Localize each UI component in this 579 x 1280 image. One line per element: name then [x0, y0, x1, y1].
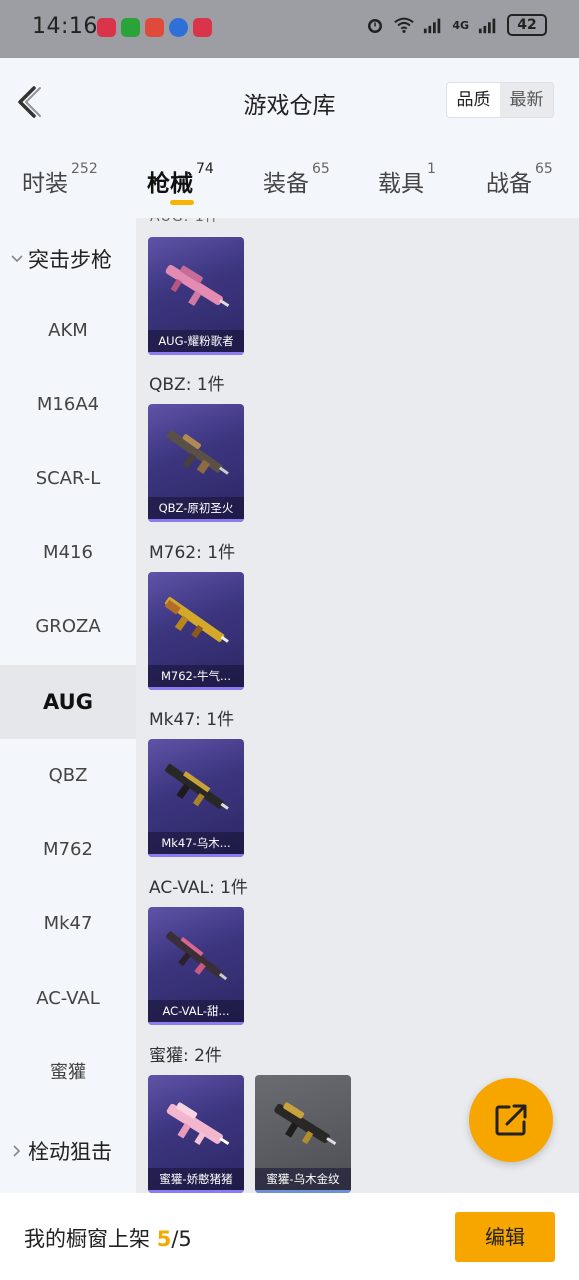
- sidebar-item-scar-l[interactable]: SCAR-L: [0, 442, 136, 516]
- rarity-bar: [148, 352, 244, 355]
- rifle-icon: [165, 931, 228, 981]
- weapon-card[interactable]: QBZ-原初圣火: [148, 404, 244, 522]
- tab-combat-supplies[interactable]: 战备65: [486, 161, 553, 198]
- sidebar-item-ac-val[interactable]: AC-VAL: [0, 962, 136, 1036]
- tab-vehicles[interactable]: 载具1: [378, 161, 436, 198]
- category-label: 突击步枪: [28, 248, 112, 272]
- security-icon: [169, 18, 188, 37]
- status-time: 14:16: [32, 14, 98, 39]
- status-bar: 14:16 4G 42: [0, 0, 579, 58]
- weapon-sidebar: 突击步枪 AKM M16A4 SCAR-L M416 GROZA AUG QBZ…: [0, 218, 136, 1193]
- group-label: Mk47: 1件: [149, 710, 235, 730]
- weapon-card-label: M762-牛气...: [148, 665, 244, 687]
- group-label-clipped: AUG: 1件: [150, 218, 220, 226]
- category-tabs: 时装252 枪械74 装备65 载具1 战备65: [0, 148, 579, 218]
- sidebar-item-honey-badger[interactable]: 蜜獾: [0, 1036, 136, 1110]
- rifle-icon: [166, 1102, 230, 1145]
- rifle-icon: [165, 764, 229, 810]
- group-label: M762: 1件: [149, 543, 236, 563]
- rarity-bar: [148, 687, 244, 690]
- weapon-card-label: AC-VAL-甜...: [148, 1000, 244, 1022]
- category-bolt-action-snipers[interactable]: 栓动狙击: [10, 1136, 112, 1166]
- edit-button[interactable]: 编辑: [455, 1212, 555, 1262]
- chevron-right-icon: [13, 1145, 21, 1157]
- chevron-down-icon: [11, 255, 23, 263]
- active-tab-indicator: [170, 200, 194, 205]
- rarity-bar: [148, 519, 244, 522]
- battery-icon: 42: [507, 14, 547, 36]
- tab-count: 65: [312, 161, 330, 177]
- group-label: QBZ: 1件: [149, 375, 225, 395]
- weapon-card-label: AUG-耀粉歌者: [148, 330, 244, 352]
- weapon-content: AUG: 1件 AUG-耀粉歌者 QBZ: 1件 QBZ-原: [136, 218, 579, 1193]
- showcase-total: /5: [171, 1227, 192, 1251]
- weapon-card-label: QBZ-原初圣火: [148, 497, 244, 519]
- sidebar-item-m762[interactable]: M762: [0, 813, 136, 887]
- tab-label: 战备: [486, 171, 532, 197]
- share-icon: [495, 1104, 527, 1136]
- network-type: 4G: [452, 18, 469, 32]
- sidebar-item-akm[interactable]: AKM: [0, 294, 136, 368]
- sort-quality-option[interactable]: 品质: [447, 83, 500, 117]
- tab-count: 1: [427, 161, 436, 177]
- sidebar-item-m416[interactable]: M416: [0, 516, 136, 590]
- wifi-icon: [394, 17, 415, 33]
- sort-newest-option[interactable]: 最新: [500, 83, 553, 117]
- weapon-card-label: Mk47-乌木...: [148, 832, 244, 854]
- rarity-bar: [148, 854, 244, 857]
- rifle-icon: [274, 1102, 337, 1145]
- tab-guns[interactable]: 枪械74: [147, 161, 214, 198]
- rifle-icon: [164, 597, 229, 643]
- showcase-status: 我的橱窗上架 5/5: [24, 1223, 192, 1253]
- weapon-card[interactable]: AC-VAL-甜...: [148, 907, 244, 1025]
- showcase-count: 5: [156, 1227, 172, 1251]
- app-notification-icon: [97, 18, 116, 37]
- sidebar-item-groza[interactable]: GROZA: [0, 590, 136, 664]
- app-notification-icon: [193, 18, 212, 37]
- weapon-card[interactable]: M762-牛气...: [148, 572, 244, 690]
- status-notification-icons: [97, 18, 212, 37]
- weapon-card-label: 蜜獾-乌木金纹: [255, 1168, 351, 1190]
- signal-icon: [478, 18, 496, 34]
- rarity-bar: [148, 1022, 244, 1025]
- tab-count: 65: [535, 161, 553, 177]
- alarm-icon: [368, 19, 383, 33]
- sidebar-item-mk47[interactable]: Mk47: [0, 887, 136, 961]
- category-assault-rifles[interactable]: 突击步枪: [10, 244, 112, 274]
- gift-icon: [145, 18, 164, 37]
- rifle-icon: [166, 430, 229, 475]
- share-button[interactable]: [469, 1078, 553, 1162]
- sidebar-item-m16a4[interactable]: M16A4: [0, 368, 136, 442]
- weapon-card[interactable]: Mk47-乌木...: [148, 739, 244, 857]
- tab-count: 74: [196, 161, 214, 177]
- app-header: 游戏仓库 品质 最新: [0, 58, 579, 148]
- wechat-icon: [121, 18, 140, 37]
- tab-label: 载具: [378, 171, 424, 197]
- group-label: AC-VAL: 1件: [149, 878, 248, 898]
- showcase-label: 我的橱窗上架: [24, 1227, 150, 1251]
- sidebar-item-aug[interactable]: AUG: [0, 665, 136, 739]
- weapon-card-label: 蜜獾-娇憨猪猪: [148, 1168, 244, 1190]
- category-label: 栓动狙击: [28, 1140, 112, 1164]
- sort-toggle[interactable]: 品质 最新: [446, 82, 554, 118]
- tab-fashion[interactable]: 时装252: [22, 161, 98, 198]
- tab-count: 252: [71, 161, 98, 177]
- bottom-bar: 我的橱窗上架 5/5 编辑: [0, 1193, 579, 1280]
- rifle-icon: [165, 264, 230, 307]
- tab-label: 枪械: [147, 171, 193, 197]
- signal-icon: [424, 18, 441, 34]
- tab-label: 装备: [263, 171, 309, 197]
- status-right: 4G 42: [365, 14, 547, 36]
- weapon-card[interactable]: AUG-耀粉歌者: [148, 237, 244, 355]
- weapon-card[interactable]: 蜜獾-乌木金纹: [255, 1075, 351, 1193]
- weapon-card[interactable]: 蜜獾-娇憨猪猪: [148, 1075, 244, 1193]
- sidebar-item-qbz[interactable]: QBZ: [0, 739, 136, 813]
- tab-equipment[interactable]: 装备65: [263, 161, 330, 198]
- tab-label: 时装: [22, 171, 68, 197]
- group-label: 蜜獾: 2件: [149, 1046, 222, 1066]
